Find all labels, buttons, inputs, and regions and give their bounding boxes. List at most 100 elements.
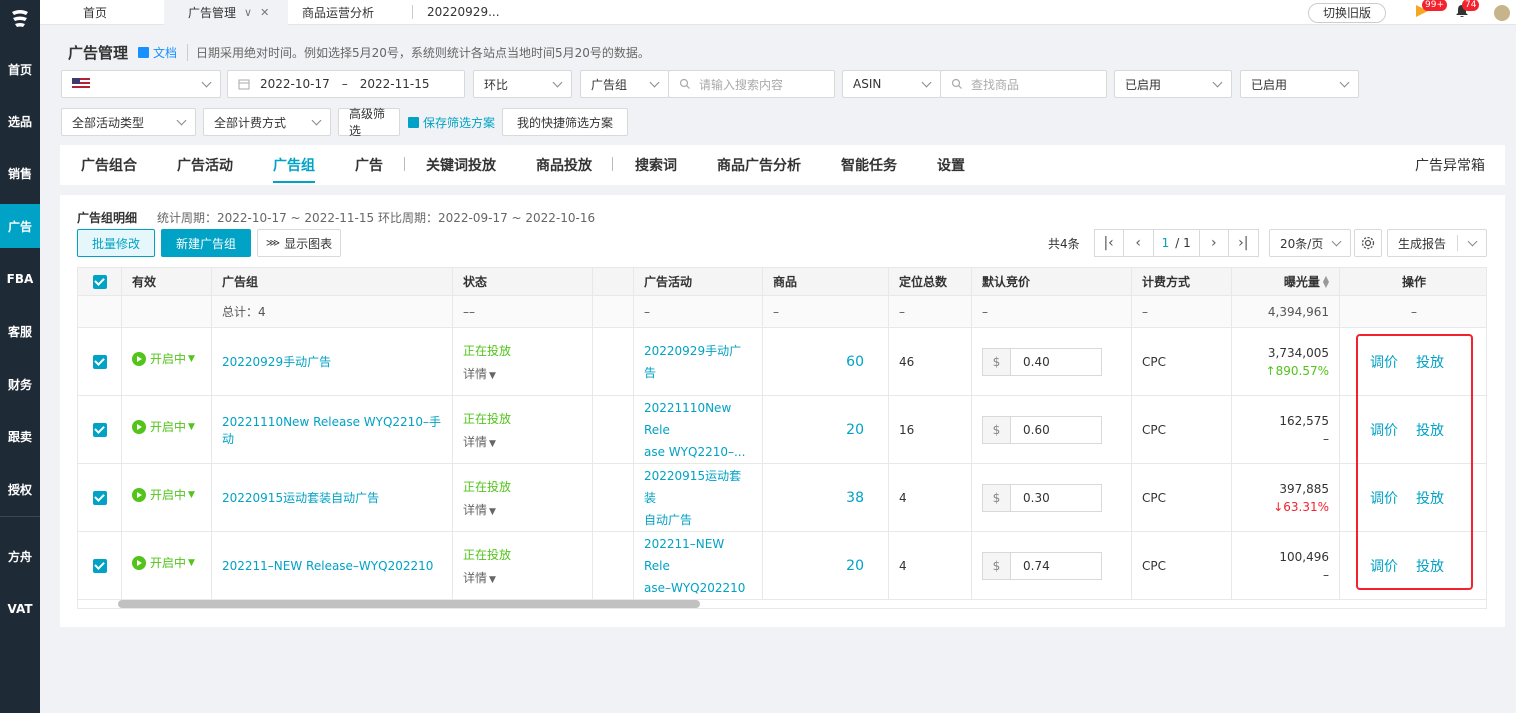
sidebar-item-ads[interactable]: 广告 — [0, 204, 40, 248]
enabled-select-1[interactable]: 已启用 — [1114, 70, 1232, 98]
sidebar-item-auth[interactable]: 授权 — [0, 467, 40, 511]
new-ad-group-button[interactable]: 新建广告组 — [161, 229, 251, 257]
group-name-link[interactable]: 20220929手动广告 — [212, 328, 453, 395]
sidebar-item-sales[interactable]: 销售 — [0, 151, 40, 195]
group-name-link[interactable]: 20220915运动套装自动广告 — [212, 464, 453, 531]
sort-icon[interactable]: ▲ ▼ — [1323, 274, 1329, 288]
my-scheme-button[interactable]: 我的快捷筛选方案 — [502, 108, 628, 136]
flag-notifications[interactable]: 99+ — [1414, 0, 1447, 23]
tab-search-terms[interactable]: 搜索词 — [635, 145, 677, 185]
advanced-filter-button[interactable]: 高级筛选 — [338, 107, 400, 138]
group-name-link[interactable]: 202211–NEW Release–WYQ202210 — [212, 532, 453, 599]
marketplace-select[interactable] — [61, 70, 221, 98]
detail-toggle[interactable]: 详情 ▼ — [463, 501, 496, 518]
product-count[interactable]: 20 — [763, 396, 889, 463]
top-tab-home[interactable]: 首页 — [40, 0, 164, 25]
valid-toggle[interactable]: 开启中 ▼ — [122, 464, 212, 531]
page-size-select[interactable]: 20条/页 — [1269, 229, 1351, 257]
ad-anomaly-box[interactable]: 广告异常箱 — [1415, 145, 1485, 185]
compare-select[interactable]: 环比 — [473, 70, 572, 98]
column-settings-button[interactable] — [1354, 229, 1382, 257]
bid-input[interactable]: $0.40 — [972, 328, 1132, 395]
select-all-checkbox[interactable] — [78, 268, 122, 295]
table-row: 开启中 ▼ 20220915运动套装自动广告 正在投放 详情 ▼ 20220915运动… — [78, 464, 1486, 532]
campaign-link[interactable]: 20220929手动广告 — [634, 328, 763, 395]
date-range-picker[interactable]: 2022-10-17 – 2022-11-15 — [227, 70, 465, 98]
tab-ad-group[interactable]: 广告组 — [273, 145, 315, 185]
prev-page-button[interactable]: ‹ — [1123, 229, 1154, 257]
nav-tabs: 广告组合 广告活动 广告组 广告 关键词投放 商品投放 搜索词 商品广告分析 智… — [60, 145, 1505, 185]
total-count: 共4条 — [1048, 236, 1080, 251]
last-page-button[interactable]: ›| — [1228, 229, 1259, 257]
tab-campaign[interactable]: 广告活动 — [177, 145, 233, 185]
tab-smart-tasks[interactable]: 智能任务 — [841, 145, 897, 185]
sidebar-item-fba[interactable]: FBA — [0, 257, 40, 301]
search-input[interactable]: 请输入搜索内容 — [668, 70, 835, 98]
activity-type-select[interactable]: 全部活动类型 — [61, 108, 196, 136]
chevron-down-icon[interactable]: ∨ — [244, 6, 252, 19]
tab-product-ad-analysis[interactable]: 商品广告分析 — [717, 145, 801, 185]
top-tab-campaign[interactable]: 20220929... — [413, 0, 514, 25]
switch-old-version-button[interactable]: 切换旧版 — [1307, 2, 1386, 23]
product-count[interactable]: 60 — [763, 328, 889, 395]
campaign-link[interactable]: 20220915运动套装 自动广告 — [634, 464, 763, 531]
close-icon[interactable]: ✕ — [260, 6, 269, 19]
top-tab-product-analysis[interactable]: 商品运营分析 — [288, 0, 412, 25]
campaign-link[interactable]: 202211–NEW Rele ase–WYQ202210 — [634, 532, 763, 599]
asin-select[interactable]: ASIN — [842, 70, 941, 98]
batch-edit-button[interactable]: 批量修改 — [77, 229, 155, 257]
app-logo[interactable] — [0, 0, 40, 38]
header-impressions[interactable]: 曝光量 ▲ ▼ — [1232, 268, 1340, 295]
tab-product-targeting[interactable]: 商品投放 — [536, 145, 592, 185]
save-icon — [408, 116, 419, 128]
top-tab-ad-management[interactable]: 广告管理 ∨ ✕ — [164, 0, 288, 25]
sidebar-item-service[interactable]: 客服 — [0, 309, 40, 353]
row-checkbox[interactable] — [78, 532, 122, 599]
bid-input[interactable]: $0.30 — [972, 464, 1132, 531]
tab-portfolio[interactable]: 广告组合 — [81, 145, 137, 185]
valid-toggle[interactable]: 开启中 ▼ — [122, 328, 212, 395]
campaign-link[interactable]: 20221110New Rele ase WYQ2210–... — [634, 396, 763, 463]
horizontal-scrollbar[interactable] — [118, 600, 700, 608]
billing-type-select[interactable]: 全部计费方式 — [203, 108, 331, 136]
generate-report-button[interactable]: 生成报告 — [1387, 229, 1487, 257]
page-indicator: 1/ 1 — [1153, 229, 1199, 257]
search-type-select[interactable]: 广告组 — [580, 70, 669, 98]
header-ops: 操作 — [1401, 275, 1426, 289]
sidebar-item-vat[interactable]: VAT — [0, 587, 40, 631]
caret-down-icon: ▼ — [489, 506, 496, 517]
tab-ad[interactable]: 广告 — [355, 145, 383, 185]
product-count[interactable]: 20 — [763, 532, 889, 599]
enabled-select-2[interactable]: 已启用 — [1240, 70, 1359, 98]
tab-settings[interactable]: 设置 — [937, 145, 965, 185]
sidebar-item-home[interactable]: 首页 — [0, 47, 40, 91]
doc-link[interactable]: 文档 — [138, 44, 177, 61]
detail-toggle[interactable]: 详情 ▼ — [463, 569, 496, 586]
valid-toggle[interactable]: 开启中 ▼ — [122, 532, 212, 599]
product-search-input[interactable]: 查找商品 — [940, 70, 1107, 98]
row-checkbox[interactable] — [78, 464, 122, 531]
valid-toggle[interactable]: 开启中 ▼ — [122, 396, 212, 463]
sidebar-item-selection[interactable]: 选品 — [0, 99, 40, 143]
avatar[interactable] — [1494, 4, 1510, 21]
row-checkbox[interactable] — [78, 328, 122, 395]
detail-toggle[interactable]: 详情 ▼ — [463, 433, 496, 450]
detail-toggle[interactable]: 详情 ▼ — [463, 365, 496, 382]
sidebar-item-ark[interactable]: 方舟 — [0, 534, 40, 578]
tab-keyword-targeting[interactable]: 关键词投放 — [426, 145, 496, 185]
bell-notifications[interactable]: 74 — [1454, 0, 1480, 23]
sidebar-item-finance[interactable]: 财务 — [0, 362, 40, 406]
next-page-button[interactable]: › — [1198, 229, 1229, 257]
bid-input[interactable]: $0.60 — [972, 396, 1132, 463]
sidebar-item-follow[interactable]: 跟卖 — [0, 414, 40, 458]
bid-input[interactable]: $0.74 — [972, 532, 1132, 599]
product-count[interactable]: 38 — [763, 464, 889, 531]
show-chart-button[interactable]: ⋙ 显示图表 — [257, 229, 341, 257]
save-scheme-button[interactable]: 保存筛选方案 — [408, 108, 495, 136]
status-cell: 正在投放 详情 ▼ — [453, 396, 593, 463]
first-page-button[interactable]: |‹ — [1093, 229, 1124, 257]
row-checkbox[interactable] — [78, 396, 122, 463]
group-name-link[interactable]: 20221110New Release WYQ2210–手动 — [212, 396, 453, 463]
play-icon — [132, 555, 146, 570]
impressions-cell: 162,575– — [1232, 396, 1340, 463]
